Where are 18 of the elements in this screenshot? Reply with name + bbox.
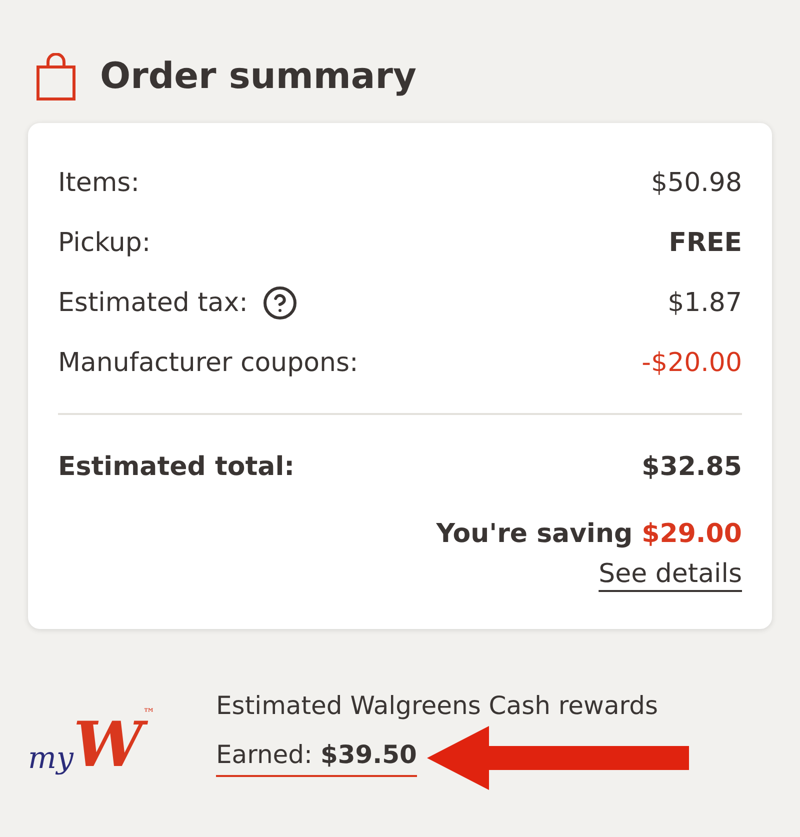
total-value: $32.85 — [642, 452, 742, 482]
line-value: -$20.00 — [642, 348, 742, 378]
line-label: Manufacturer coupons: — [58, 348, 358, 378]
line-label: Estimated tax: — [58, 288, 248, 318]
line-value: FREE — [668, 228, 742, 258]
help-icon[interactable] — [262, 285, 298, 321]
line-label: Items: — [58, 168, 140, 198]
total-label: Estimated total: — [58, 452, 295, 482]
see-details-link[interactable]: See details — [598, 559, 742, 589]
line-label: Pickup: — [58, 228, 151, 258]
earned-text: Earned: $39.50 — [216, 740, 417, 776]
line-value: $1.87 — [668, 288, 742, 318]
line-value: $50.98 — [651, 168, 742, 198]
section-title: Order summary — [100, 56, 416, 97]
saving-text: You're saving $29.00 — [436, 519, 742, 549]
rewards-logo: myW™ — [28, 706, 156, 776]
shopping-bag-icon — [36, 52, 76, 100]
rewards-heading: Estimated Walgreens Cash rewards — [216, 691, 660, 720]
